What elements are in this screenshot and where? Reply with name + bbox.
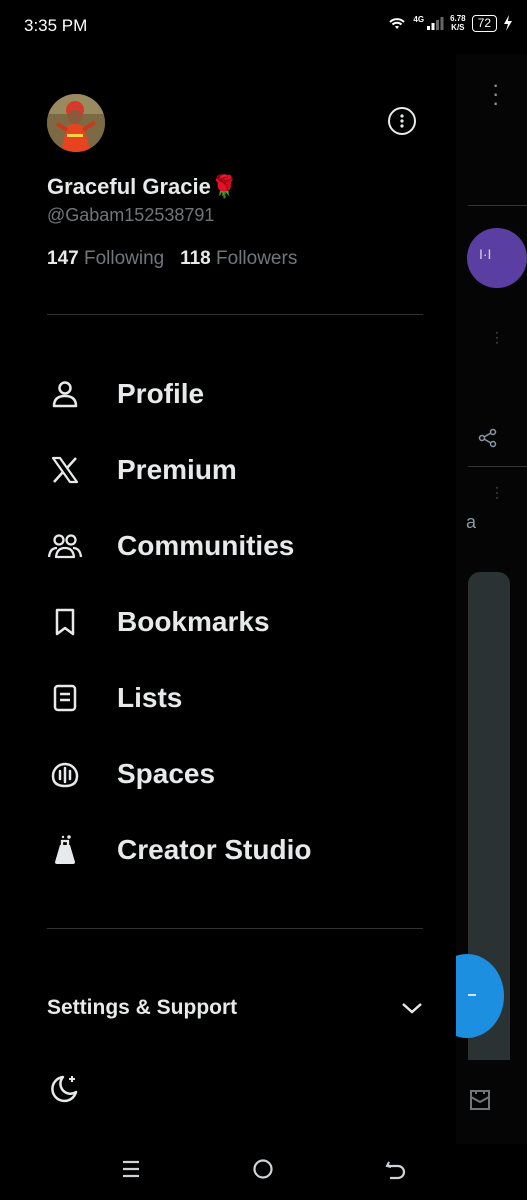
user-handle: @Gabam152538791 [47, 205, 215, 225]
display-name[interactable]: Graceful Gracie🌹 [47, 174, 238, 200]
menu-item-profile[interactable]: Profile [47, 366, 427, 422]
rose-emoji: 🌹 [210, 174, 239, 199]
home-circle-icon[interactable] [252, 1158, 274, 1180]
menu-label: Premium [117, 454, 237, 485]
background-divider [468, 205, 527, 206]
status-time: 3:35 PM [24, 16, 88, 35]
menu-label: Creator Studio [117, 834, 312, 865]
background-divider [468, 466, 527, 467]
spaces-icon [47, 756, 83, 792]
following-label: Following [83, 248, 165, 269]
bookmark-icon [47, 604, 83, 640]
more-vertical-icon [400, 114, 404, 128]
navigation-drawer: Graceful Gracie🌹 @Gabam152538791 147 Fol… [0, 54, 456, 1144]
avatar-photo [47, 94, 105, 152]
signal-icon [427, 17, 444, 30]
background-text: a [466, 512, 477, 532]
menu-item-communities[interactable]: Communities [47, 518, 427, 574]
menu-item-lists[interactable]: Lists [47, 670, 427, 726]
following-link[interactable]: 147 Following [47, 248, 164, 269]
charging-icon [504, 15, 512, 31]
menu-item-creator-studio[interactable]: Creator Studio [47, 822, 427, 878]
followers-label: Followers [216, 248, 298, 269]
battery-indicator: 72 [471, 14, 497, 32]
avatar[interactable] [47, 94, 105, 152]
share-icon[interactable] [478, 428, 498, 448]
follow-stats: 147 Following 118 Followers [47, 248, 297, 270]
theme-moon-icon[interactable] [47, 1072, 81, 1106]
back-icon[interactable] [384, 1158, 408, 1180]
background-avatar[interactable] [467, 228, 527, 288]
settings-support-toggle[interactable]: Settings & Support [47, 990, 423, 1026]
following-count: 147 [47, 248, 79, 269]
overflow-dots-icon[interactable]: · · · [492, 74, 499, 114]
menu-item-premium[interactable]: Premium [47, 442, 427, 498]
menu-label: Lists [117, 682, 183, 713]
divider [47, 314, 423, 315]
menu-item-spaces[interactable]: Spaces [47, 746, 427, 802]
more-options-button[interactable] [388, 107, 416, 135]
recents-menu-icon[interactable] [120, 1158, 142, 1180]
menu-label: Communities [117, 530, 295, 561]
network-speed: 6.78 K/S [450, 14, 466, 32]
status-icons: 4G 6.78 K/S 72 [387, 14, 513, 32]
post-more-icon[interactable]: · · · [495, 481, 499, 503]
person-icon [47, 376, 83, 412]
followers-link[interactable]: 118 Followers [180, 248, 297, 269]
menu-label: Spaces [117, 758, 216, 789]
menu-item-bookmarks[interactable]: Bookmarks [47, 594, 427, 650]
divider [47, 928, 423, 929]
menu-label: Bookmarks [117, 606, 270, 637]
status-bar: 3:35 PM 4G 6.78 K/S 72 [0, 0, 527, 54]
settings-support-label: Settings & Support [47, 996, 238, 1019]
menu-label: Profile [117, 378, 205, 409]
messages-icon[interactable] [468, 1088, 492, 1112]
flask-icon [47, 832, 83, 868]
plus-icon [468, 994, 476, 996]
wifi-icon [389, 18, 406, 29]
post-more-icon[interactable]: · · · [495, 326, 499, 348]
chevron-down-icon [402, 1003, 422, 1014]
communities-icon [47, 528, 83, 564]
followers-count: 118 [180, 248, 211, 269]
list-icon [47, 680, 83, 716]
x-logo-icon [47, 452, 83, 488]
network-type: 4G [413, 14, 425, 24]
system-navigation-bar [0, 1144, 527, 1200]
